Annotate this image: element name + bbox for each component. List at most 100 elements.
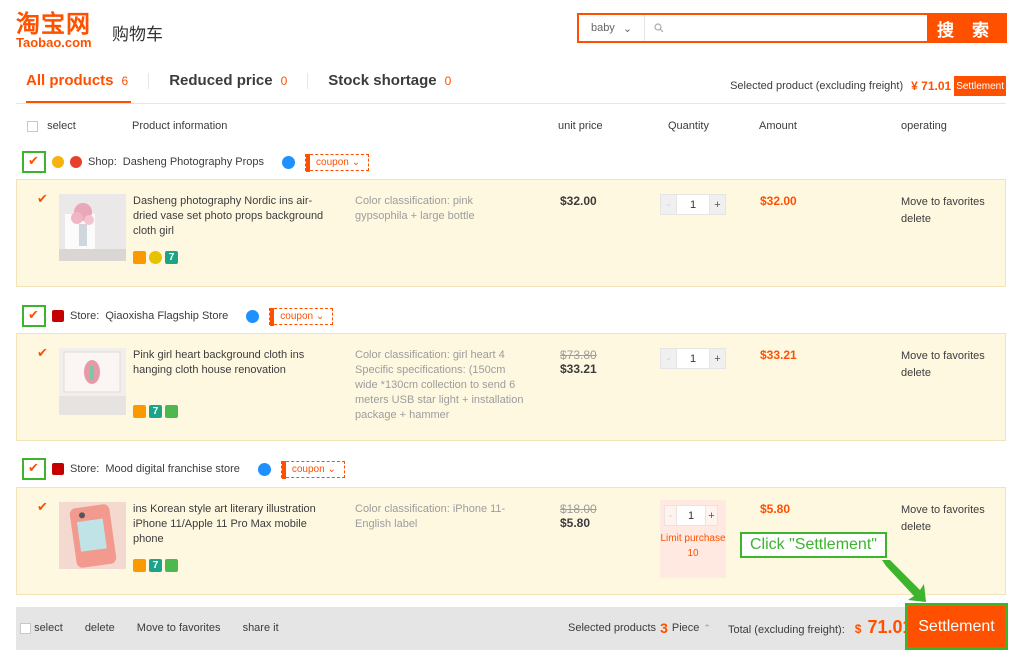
unit-price: $18.00 $5.80 (560, 502, 597, 530)
cart-item: Dasheng photography Nordic ins air-dried… (16, 179, 1006, 287)
qty-minus-button[interactable]: - (664, 505, 676, 526)
selected-count-summary[interactable]: Selected products 3 Piece ⌃ (568, 620, 711, 636)
selected-product-label: Selected product (excluding freight) (730, 80, 904, 92)
search-input[interactable] (667, 15, 927, 41)
item-amount: $33.21 (760, 348, 797, 362)
chat-icon[interactable] (257, 462, 271, 476)
product-title-link[interactable]: Dasheng photography Nordic ins air-dried… (133, 194, 333, 239)
credit-card-icon (133, 405, 146, 418)
item-amount: $32.00 (760, 194, 797, 208)
shop-checkbox[interactable] (22, 305, 46, 327)
logo-english-text: Taobao.com (16, 35, 92, 50)
cart-item: Pink girl heart background cloth ins han… (16, 333, 1006, 441)
settlement-button[interactable]: Settlement (905, 603, 1008, 650)
tab-reduced-price[interactable]: Reduced price 0 (169, 72, 287, 89)
qty-input[interactable]: 1 (676, 348, 710, 369)
qty-plus-button[interactable]: + (710, 348, 726, 369)
shop-name-link[interactable]: Qiaoxisha Flagship Store (105, 310, 228, 322)
footer-select-all[interactable]: select (20, 622, 63, 634)
cart-tabs: All products 6 Reduced price 0 Stock sho… (26, 72, 451, 89)
qty-plus-button[interactable]: + (706, 505, 718, 526)
top-settlement-button[interactable]: Settlement (954, 76, 1006, 96)
move-to-favorites-link[interactable]: Move to favorites (901, 502, 985, 519)
tab-divider (148, 72, 150, 89)
selected-product-price: ¥ 71.01 (911, 79, 952, 93)
tab-all-products[interactable]: All products 6 (26, 72, 128, 89)
current-price: $5.80 (560, 516, 591, 530)
tab-count: 0 (280, 73, 288, 88)
search-category-label: baby (590, 22, 615, 34)
qty-minus-button[interactable]: - (660, 348, 676, 369)
quantity-stepper: - 1 + (660, 194, 726, 215)
search-button[interactable]: 搜 索 (927, 15, 1005, 41)
guarantee-icon (165, 405, 178, 418)
taobao-logo[interactable]: 淘宝网 Taobao.com (16, 12, 106, 50)
shop-checkbox[interactable] (22, 151, 46, 173)
total-currency: $ (854, 622, 862, 636)
coupon-dropdown[interactable]: coupon ⌄ (305, 153, 369, 172)
item-operations: Move to favorites delete (901, 502, 985, 536)
col-operating: operating (901, 120, 947, 132)
tab-stock-shortage[interactable]: Stock shortage 0 (328, 72, 451, 89)
unit-price: $73.80 $33.21 (560, 348, 597, 376)
chat-icon[interactable] (282, 155, 296, 169)
seven-day-return-icon: 7 (149, 559, 162, 572)
shop-header: Store: Qiaoxisha Flagship Store coupon ⌄ (22, 305, 334, 327)
shop-prefix: Store: (70, 463, 100, 475)
original-price: $18.00 (560, 502, 597, 516)
search-bar: baby ⌄ 搜 索 (577, 13, 1007, 43)
coupon-dropdown[interactable]: coupon ⌄ (280, 460, 345, 479)
delete-link[interactable]: delete (901, 519, 985, 536)
product-spec: Color classification: iPhone 11-English … (355, 503, 506, 530)
current-price: $32.00 (560, 194, 597, 208)
col-product-info: Product information (132, 120, 228, 132)
cart-footer-bar: select delete Move to favorites share it… (16, 607, 1006, 650)
qty-input[interactable]: 1 (676, 505, 706, 526)
tab-count: 6 (121, 73, 129, 88)
delete-link[interactable]: delete (901, 365, 985, 382)
qty-minus-button[interactable]: - (660, 194, 676, 215)
select-all-checkbox[interactable] (27, 120, 38, 132)
total-summary: Total (excluding freight): $ 71.01 (728, 617, 913, 638)
footer-favorites-link[interactable]: Move to favorites (137, 622, 221, 634)
footer-delete-link[interactable]: delete (85, 622, 115, 634)
select-all-header[interactable]: select (27, 120, 76, 132)
checkmark-icon (28, 307, 40, 323)
shop-name-link[interactable]: Dasheng Photography Props (123, 156, 264, 168)
quantity-limit-box: - 1 + Limit purchase 10 (660, 500, 726, 578)
checkmark-icon (28, 460, 40, 476)
instruction-callout: Click "Settlement" (740, 532, 887, 558)
search-category-select[interactable]: baby ⌄ (579, 15, 645, 41)
purchase-limit-notice: Limit purchase 10 (660, 533, 726, 559)
shop-checkbox[interactable] (22, 458, 46, 480)
product-title-link[interactable]: ins Korean style art literary illustrati… (133, 502, 333, 547)
product-thumbnail[interactable] (59, 502, 126, 569)
product-thumbnail[interactable] (59, 194, 126, 261)
shop-prefix: Shop: (88, 156, 117, 168)
select-all-checkbox[interactable] (20, 622, 31, 634)
product-title-link[interactable]: Pink girl heart background cloth ins han… (133, 348, 333, 378)
move-to-favorites-link[interactable]: Move to favorites (901, 194, 985, 211)
qty-plus-button[interactable]: + (710, 194, 726, 215)
select-all-label: select (47, 120, 76, 132)
coupon-dropdown[interactable]: coupon ⌄ (269, 307, 334, 326)
tab-label: Stock shortage (328, 72, 437, 89)
credit-card-icon (133, 251, 146, 264)
footer-share-link[interactable]: share it (243, 622, 279, 634)
chat-icon[interactable] (246, 309, 260, 323)
product-spec: Color classification: pink gypsophila + … (355, 195, 475, 222)
item-checkbox[interactable] (37, 345, 49, 361)
item-checkbox[interactable] (37, 191, 49, 207)
shop-name-link[interactable]: Mood digital franchise store (105, 463, 240, 475)
quantity-stepper: - 1 + (664, 505, 718, 526)
chevron-up-icon: ⌃ (703, 622, 711, 633)
delete-link[interactable]: delete (901, 211, 985, 228)
current-price: $33.21 (560, 362, 597, 376)
qty-input[interactable]: 1 (676, 194, 710, 215)
move-to-favorites-link[interactable]: Move to favorites (901, 348, 985, 365)
item-checkbox[interactable] (37, 499, 49, 515)
item-amount: $5.80 (760, 502, 791, 516)
product-thumbnail[interactable] (59, 348, 126, 415)
tab-divider (307, 72, 309, 89)
service-badges: 7 (133, 405, 178, 418)
